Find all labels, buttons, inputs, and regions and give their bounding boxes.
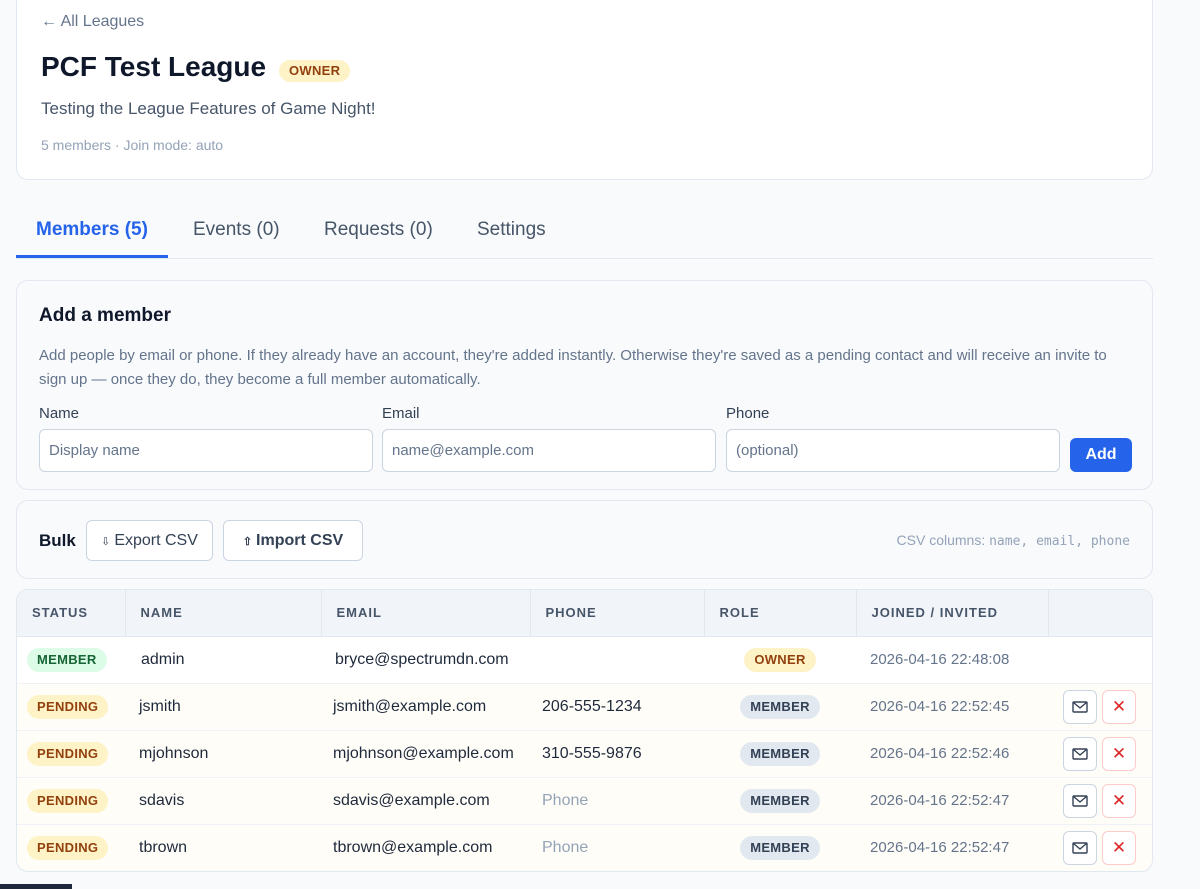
table-row: PENDING sdavis sdavis@example.com Phone … [17, 777, 1152, 825]
member-joined: 2026-04-16 22:52:47 [856, 824, 1048, 871]
member-name: sdavis [125, 777, 321, 825]
row-actions: ✕ [1048, 824, 1152, 871]
import-csv-button[interactable]: ⇧ Import CSV [223, 520, 363, 561]
resend-invite-button[interactable] [1063, 830, 1097, 865]
member-phone: 206-555-1234 [530, 683, 704, 731]
phone-field[interactable] [726, 429, 1060, 472]
status-badge: PENDING [27, 741, 109, 766]
member-email: tbrown@example.com [321, 824, 530, 871]
status-badge: PENDING [27, 788, 109, 813]
resend-invite-button[interactable] [1063, 783, 1097, 818]
table-row: PENDING tbrown tbrown@example.com Phone … [17, 824, 1152, 871]
row-actions-empty [1048, 636, 1152, 684]
csv-hint-prefix: CSV columns: [896, 532, 986, 548]
email-field[interactable] [382, 429, 716, 472]
row-actions: ✕ [1048, 730, 1152, 778]
members-table-card: STATUS NAME EMAIL PHONE ROLE JOINED / IN… [16, 589, 1153, 872]
header-actions [1048, 590, 1152, 637]
member-name: admin [125, 636, 321, 684]
back-to-leagues-link[interactable]: ← All Leagues [41, 13, 144, 31]
table-row: PENDING jsmith jsmith@example.com 206-55… [17, 683, 1152, 731]
tab-settings[interactable]: Settings [477, 210, 546, 258]
phone-label: Phone [726, 405, 770, 422]
remove-member-button[interactable]: ✕ [1102, 783, 1136, 818]
member-joined: 2026-04-16 22:52:47 [856, 777, 1048, 825]
upload-icon: ⇧ [242, 535, 253, 548]
bulk-label: Bulk [39, 531, 76, 550]
header-phone[interactable]: PHONE [530, 590, 705, 637]
add-member-description: Add people by email or phone. If they al… [39, 347, 1107, 388]
header-status[interactable]: STATUS [17, 590, 126, 637]
status-badge: PENDING [27, 835, 109, 860]
add-member-card: Add a member Add people by email or phon… [16, 280, 1153, 490]
member-email: sdavis@example.com [321, 777, 530, 825]
header-joined[interactable]: JOINED / INVITED [856, 590, 1049, 637]
tab-events[interactable]: Events (0) [193, 210, 280, 258]
role-badge: MEMBER [740, 741, 820, 766]
name-field[interactable] [39, 429, 373, 472]
tab-bar: Members (5) Events (0) Requests (0) Sett… [16, 210, 1153, 259]
league-meta: 5 members · Join mode: auto [41, 137, 224, 153]
download-icon: ⇩ [101, 535, 111, 548]
add-member-title: Add a member [39, 305, 171, 326]
table-row: MEMBER admin bryce@spectrumdn.com OWNER … [17, 636, 1152, 684]
member-phone: 310-555-9876 [530, 730, 704, 778]
remove-member-button[interactable]: ✕ [1102, 736, 1136, 771]
mail-icon [1072, 794, 1088, 807]
tab-requests[interactable]: Requests (0) [324, 210, 433, 258]
role-badge: OWNER [744, 647, 816, 672]
email-label: Email [382, 405, 420, 422]
role-badge: MEMBER [740, 788, 820, 813]
status-badge: MEMBER [27, 647, 107, 672]
close-icon: ✕ [1111, 837, 1127, 857]
member-joined: 2026-04-16 22:52:45 [856, 683, 1048, 731]
export-csv-label: Export CSV [114, 531, 198, 549]
role-badge: MEMBER [740, 835, 820, 860]
row-actions: ✕ [1048, 683, 1152, 731]
member-email: jsmith@example.com [321, 683, 530, 731]
table-header-row: STATUS NAME EMAIL PHONE ROLE JOINED / IN… [17, 590, 1152, 637]
member-name: tbrown [125, 824, 321, 871]
table-row: PENDING mjohnson mjohnson@example.com 31… [17, 730, 1152, 778]
member-phone: Phone [530, 824, 704, 871]
league-header-card: ← All Leagues PCF Test League OWNER Test… [16, 0, 1153, 180]
import-csv-label: Import CSV [256, 531, 344, 549]
mail-icon [1072, 700, 1088, 713]
row-actions: ✕ [1048, 777, 1152, 825]
csv-columns-hint: CSV columns: name, email, phone [897, 532, 1130, 549]
role-badge: MEMBER [740, 694, 820, 719]
csv-hint-columns: name, email, phone [989, 534, 1130, 549]
name-label: Name [39, 405, 80, 422]
header-name[interactable]: NAME [125, 590, 322, 637]
member-phone [530, 636, 704, 684]
resend-invite-button[interactable] [1063, 736, 1097, 771]
close-icon: ✕ [1111, 696, 1127, 716]
header-role[interactable]: ROLE [704, 590, 857, 637]
remove-member-button[interactable]: ✕ [1102, 830, 1136, 865]
member-phone: Phone [530, 777, 704, 825]
mail-icon [1072, 747, 1088, 760]
member-email: mjohnson@example.com [321, 730, 530, 778]
bulk-card: Bulk ⇩ Export CSV ⇧ Import CSV CSV columns… [16, 500, 1153, 579]
members-table: STATUS NAME EMAIL PHONE ROLE JOINED / IN… [17, 590, 1152, 871]
close-icon: ✕ [1111, 743, 1127, 763]
export-csv-button[interactable]: ⇩ Export CSV [86, 520, 213, 561]
resend-invite-button[interactable] [1063, 689, 1097, 724]
mail-icon [1072, 841, 1088, 854]
member-name: mjohnson [125, 730, 321, 778]
bottom-strip [0, 884, 72, 889]
tab-members[interactable]: Members (5) [16, 210, 168, 258]
close-icon: ✕ [1111, 790, 1127, 810]
owner-badge: OWNER [279, 60, 351, 82]
remove-member-button[interactable]: ✕ [1102, 689, 1136, 724]
status-badge: PENDING [27, 694, 109, 719]
member-joined: 2026-04-16 22:48:08 [856, 636, 1048, 684]
add-member-button[interactable]: Add [1070, 438, 1132, 472]
page-title: PCF Test League [41, 51, 267, 82]
member-email: bryce@spectrumdn.com [321, 636, 530, 684]
member-joined: 2026-04-16 22:52:46 [856, 730, 1048, 778]
member-name: jsmith [125, 683, 321, 731]
league-description: Testing the League Features of Game Nigh… [41, 99, 376, 118]
header-email[interactable]: EMAIL [321, 590, 531, 637]
